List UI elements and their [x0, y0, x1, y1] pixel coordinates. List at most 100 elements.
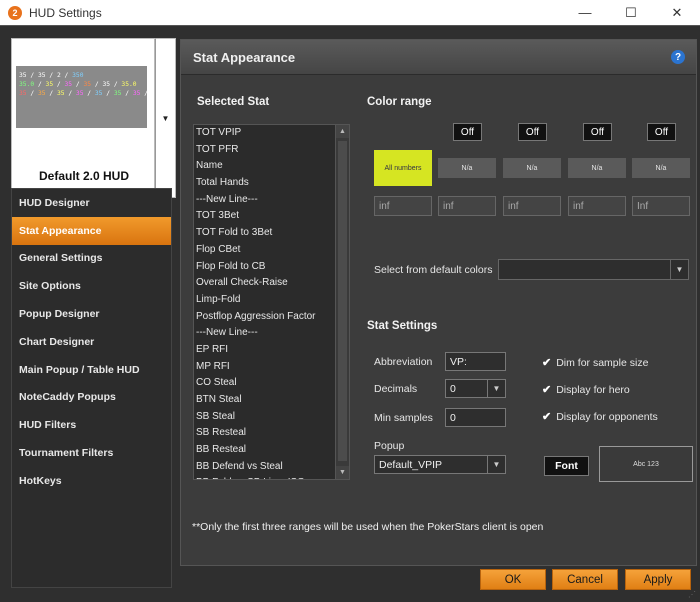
- hud-preview-token: /: [83, 90, 95, 97]
- chevron-down-icon: ▼: [670, 260, 688, 279]
- abbreviation-input[interactable]: VP:: [445, 352, 506, 371]
- display-for-opponents-label: Display for opponents: [556, 410, 658, 423]
- range-limit-5[interactable]: Inf: [632, 196, 690, 216]
- hud-preview-token: 35: [19, 90, 27, 97]
- stat-list-item[interactable]: SB Steal: [194, 409, 336, 426]
- stat-list-item[interactable]: Name: [194, 158, 336, 175]
- nav-item-site-options[interactable]: Site Options: [12, 272, 171, 300]
- dim-for-sample-size-checkbox[interactable]: ✔ Dim for sample size: [542, 356, 648, 370]
- range-toggle-4[interactable]: Off: [647, 123, 676, 141]
- pokerstars-note: **Only the first three ranges will be us…: [192, 521, 544, 533]
- scroll-up-icon[interactable]: ▲: [336, 125, 349, 138]
- stat-list-item[interactable]: Limp-Fold: [194, 292, 336, 309]
- stat-list-item[interactable]: Flop CBet: [194, 242, 336, 259]
- maximize-button[interactable]: ☐: [608, 0, 654, 25]
- hud-preview-token: 35: [37, 72, 46, 79]
- stat-list[interactable]: TOT VPIP TOT PFR Name Total Hands ---New Lin…: [193, 124, 350, 480]
- hud-preview-token: 35: [19, 72, 27, 79]
- nav-item-chart-designer[interactable]: Chart Designer: [12, 328, 171, 356]
- chevron-down-icon: ▼: [487, 456, 505, 473]
- scroll-thumb[interactable]: [338, 141, 347, 461]
- stat-list-item[interactable]: Postflop Aggression Factor: [194, 309, 336, 326]
- range-color-3[interactable]: N/a: [503, 158, 561, 178]
- stat-list-item[interactable]: SB Resteal: [194, 425, 336, 442]
- stat-list-item[interactable]: CO Steal: [194, 375, 336, 392]
- range-limit-4[interactable]: inf: [568, 196, 626, 216]
- nav-item-hotkeys[interactable]: HotKeys: [12, 467, 171, 495]
- display-for-hero-checkbox[interactable]: ✔ Display for hero: [542, 383, 630, 397]
- hud-preview-token: /: [45, 72, 57, 79]
- nav-item-general-settings[interactable]: General Settings: [12, 245, 171, 273]
- stat-list-item[interactable]: EP RFI: [194, 342, 336, 359]
- hud-preview-token: /: [64, 90, 76, 97]
- hud-preview-line: 35 / 35 / 2 / 350: [19, 71, 144, 80]
- nav-item-stat-appearance[interactable]: Stat Appearance: [12, 216, 171, 245]
- hud-preview-line: 35 / 35 / 35 / 35 / 35 / 35 / 35 / 3: [19, 89, 147, 98]
- stat-list-item[interactable]: Total Hands: [194, 175, 336, 192]
- ok-button[interactable]: OK: [480, 569, 546, 590]
- stat-list-item[interactable]: BB Resteal: [194, 442, 336, 459]
- hud-selector[interactable]: 35 / 35 / 2 / 350 35.0 / 35 / 35 / 35 / 3…: [11, 38, 155, 198]
- stat-settings-title: Stat Settings: [367, 320, 438, 332]
- app-logo-icon: 2: [8, 5, 22, 20]
- range-color-5[interactable]: N/a: [632, 158, 690, 178]
- hud-preview-line: 35.0 / 35 / 35 / 35 / 35 / 35.0: [19, 80, 144, 89]
- popup-select[interactable]: Default_VPIP ▼: [374, 455, 506, 474]
- stat-list-scrollbar[interactable]: ▲ ▼: [335, 125, 349, 479]
- default-colors-select[interactable]: ▼: [498, 259, 689, 280]
- nav-item-hud-filters[interactable]: HUD Filters: [12, 411, 171, 439]
- decimals-label: Decimals: [374, 383, 418, 395]
- nav-item-popup-designer[interactable]: Popup Designer: [12, 300, 171, 328]
- hud-dropdown-button[interactable]: ▼: [155, 38, 176, 198]
- stat-list-item[interactable]: TOT Fold to 3Bet: [194, 225, 336, 242]
- range-toggle-3[interactable]: Off: [583, 123, 612, 141]
- range-limit-2[interactable]: inf: [438, 196, 496, 216]
- stat-list-item[interactable]: BB Fold vs SB Limp ISO: [194, 475, 336, 479]
- nav-item-notecaddy-popups[interactable]: NoteCaddy Popups: [12, 384, 171, 412]
- decimals-select[interactable]: 0 ▼: [445, 379, 506, 398]
- stat-list-item[interactable]: TOT PFR: [194, 142, 336, 159]
- hud-preview-token: 35: [37, 90, 46, 97]
- minimize-button[interactable]: —: [562, 0, 608, 25]
- close-button[interactable]: ✕: [654, 0, 700, 25]
- stat-list-item[interactable]: TOT VPIP: [194, 125, 336, 142]
- stat-list-item[interactable]: ---New Line---: [194, 192, 336, 209]
- font-preview: Abc 123: [599, 446, 693, 482]
- stat-list-item[interactable]: TOT 3Bet: [194, 208, 336, 225]
- apply-button[interactable]: Apply: [625, 569, 691, 590]
- stat-list-item[interactable]: Flop Fold to CB: [194, 259, 336, 276]
- hud-preview-image: 35 / 35 / 2 / 350 35.0 / 35 / 35 / 35 / 3…: [16, 66, 147, 128]
- checkmark-icon: ✔: [542, 357, 552, 369]
- resize-grip-icon[interactable]: ⋰: [688, 590, 698, 600]
- min-samples-input[interactable]: 0: [445, 408, 506, 427]
- settings-nav: HUD Designer Stat Appearance General Setti…: [11, 188, 172, 588]
- help-icon[interactable]: ?: [671, 50, 685, 64]
- cancel-button[interactable]: Cancel: [552, 569, 618, 590]
- checkmark-icon: ✔: [542, 411, 552, 423]
- decimals-value: 0: [450, 382, 456, 395]
- range-color-1[interactable]: All numbers: [374, 150, 432, 186]
- default-colors-label: Select from default colors: [374, 264, 493, 276]
- range-color-2[interactable]: N/a: [438, 158, 496, 178]
- nav-item-hud-designer[interactable]: HUD Designer: [12, 189, 171, 217]
- stat-list-item[interactable]: ---New Line---: [194, 325, 336, 342]
- hud-preview-token: /: [102, 90, 114, 97]
- stat-list-item[interactable]: BB Defend vs Steal: [194, 459, 336, 476]
- nav-item-tournament-filters[interactable]: Tournament Filters: [12, 439, 171, 467]
- range-limit-1[interactable]: inf: [374, 196, 432, 216]
- range-toggle-2[interactable]: Off: [518, 123, 547, 141]
- display-for-opponents-checkbox[interactable]: ✔ Display for opponents: [542, 410, 658, 424]
- chevron-down-icon: ▼: [161, 113, 170, 123]
- font-button[interactable]: Font: [544, 456, 589, 476]
- range-limit-3[interactable]: inf: [503, 196, 561, 216]
- nav-item-main-popup-table-hud[interactable]: Main Popup / Table HUD: [12, 356, 171, 384]
- stat-list-item[interactable]: Overall Check-Raise: [194, 275, 336, 292]
- chevron-down-icon: ▼: [487, 380, 505, 397]
- scroll-down-icon[interactable]: ▼: [336, 466, 349, 479]
- hud-preview-token: 35: [64, 81, 73, 88]
- range-color-4[interactable]: N/a: [568, 158, 626, 178]
- hud-preview-token: /: [26, 90, 38, 97]
- stat-list-item[interactable]: MP RFI: [194, 359, 336, 376]
- stat-list-item[interactable]: BTN Steal: [194, 392, 336, 409]
- range-toggle-1[interactable]: Off: [453, 123, 482, 141]
